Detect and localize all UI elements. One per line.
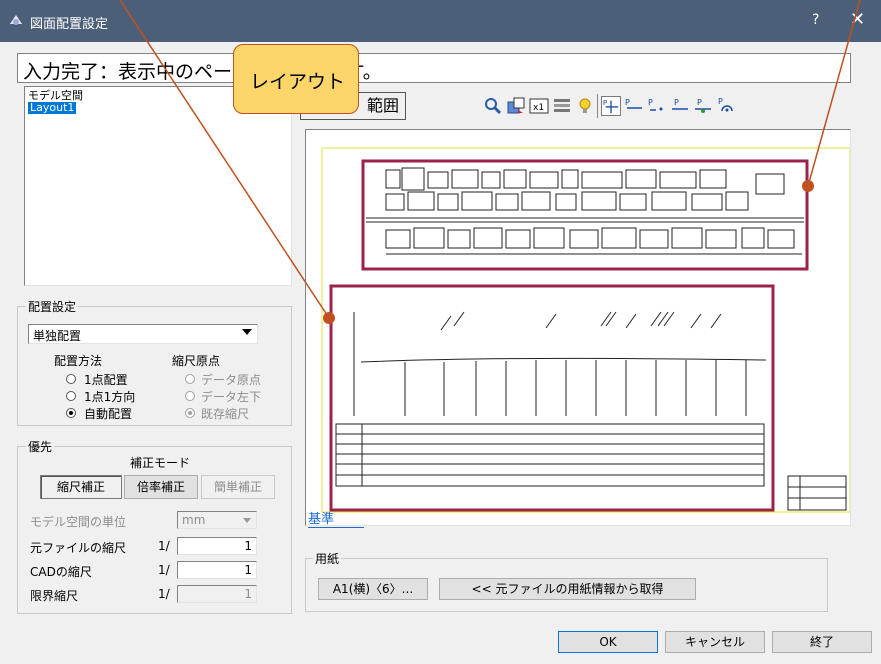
placement-mode-select[interactable]: 単独配置	[28, 324, 258, 344]
ok-button[interactable]: OK	[558, 631, 658, 653]
layout-list[interactable]: モデル空間 Layout1	[24, 86, 292, 286]
svg-text:P: P	[648, 98, 653, 107]
paper-size-button[interactable]: A1(横)〈6〉...	[318, 578, 428, 600]
unit-label: モデル空間の単位	[30, 515, 127, 529]
exit-button[interactable]: 終了	[772, 631, 872, 653]
list-item-layout1[interactable]: Layout1	[28, 102, 77, 114]
fit-window-icon[interactable]	[506, 96, 526, 116]
preview-canvas[interactable]: 基準	[305, 129, 851, 528]
placement-mode-value: 単独配置	[33, 329, 82, 343]
close-button[interactable]: ✕	[850, 9, 865, 30]
svg-text:x1: x1	[533, 103, 544, 113]
source-scale-label: 元ファイルの縮尺	[30, 541, 127, 555]
fetch-paper-info-button[interactable]: << 元ファイルの用紙情報から取得	[439, 578, 696, 600]
point-line-icon[interactable]: P	[670, 96, 690, 116]
limit-scale-prefix: 1/	[158, 587, 170, 601]
placement-group-label: 配置設定	[26, 298, 79, 315]
cad-scale-label: CADの縮尺	[30, 565, 92, 579]
chevron-down-icon	[242, 329, 252, 335]
scale-correction-button[interactable]: 縮尺補正	[40, 475, 122, 499]
callout-label: レイアウト	[250, 71, 346, 93]
range-button-label: 範囲	[366, 96, 399, 115]
method-radio-1[interactable]	[66, 374, 76, 384]
cad-scale-input[interactable]: 1	[177, 561, 257, 579]
origin-radio-3[interactable]	[185, 408, 195, 418]
layer-icon[interactable]	[552, 96, 572, 116]
point-snap-icon[interactable]: P	[693, 96, 713, 116]
svg-text:P: P	[718, 97, 723, 106]
priority-group-label: 優先	[26, 438, 55, 455]
svg-text:P: P	[603, 98, 608, 107]
limit-scale-label: 限界縮尺	[30, 589, 79, 603]
origin-label-2[interactable]: データ左下	[201, 388, 261, 405]
cad-scale-prefix: 1/	[158, 563, 170, 577]
cancel-button[interactable]: キャンセル	[665, 631, 765, 653]
origin-label: 縮尺原点	[172, 354, 221, 368]
source-scale-prefix: 1/	[158, 539, 170, 553]
method-label-2[interactable]: 1点1方向	[84, 388, 135, 405]
ratio-correction-button[interactable]: 倍率補正	[124, 475, 198, 499]
window-title: 図面配置設定	[30, 17, 109, 32]
unit-value: mm	[182, 513, 206, 527]
svg-text:P: P	[625, 98, 630, 107]
method-radio-3[interactable]	[66, 408, 76, 418]
source-scale-input[interactable]: 1	[177, 537, 257, 555]
method-label: 配置方法	[54, 354, 103, 368]
origin-radio-1[interactable]	[185, 374, 195, 384]
zoom-icon[interactable]	[483, 96, 503, 116]
toolbar-separator	[597, 94, 598, 118]
origin-radio-2[interactable]	[185, 391, 195, 401]
chevron-down-icon	[243, 518, 251, 523]
layout-callout: レイアウト	[233, 44, 359, 114]
title-bar: 図面配置設定 ? ✕	[0, 0, 881, 42]
svg-text:P: P	[674, 98, 679, 107]
origin-label-1[interactable]: データ原点	[201, 371, 261, 388]
point-dot-icon[interactable]: P	[647, 96, 667, 116]
app-icon	[10, 15, 22, 25]
point-cross-icon[interactable]: P	[601, 96, 621, 116]
svg-text:P: P	[697, 98, 702, 107]
drawing-preview	[321, 147, 850, 513]
map-frame	[361, 159, 809, 271]
unit-select[interactable]: mm	[177, 511, 257, 529]
point-rotate-icon[interactable]: P	[716, 96, 736, 116]
status-text-box: 入力完了：表示中のページを配置します。	[17, 53, 851, 83]
method-label-3[interactable]: 自動配置	[84, 405, 132, 422]
method-label-1[interactable]: 1点配置	[84, 371, 128, 388]
origin-label-3[interactable]: 既存縮尺	[201, 405, 249, 422]
paper-group-label: 用紙	[313, 550, 342, 567]
simple-correction-button[interactable]: 簡単補正	[201, 475, 275, 499]
scale-x1-icon[interactable]: x1	[529, 96, 549, 116]
method-radio-2[interactable]	[66, 391, 76, 401]
help-button[interactable]: ?	[812, 12, 819, 28]
lightbulb-icon[interactable]	[575, 96, 595, 116]
limit-scale-input[interactable]: 1	[177, 585, 257, 603]
kijun-label: 基準	[308, 508, 364, 528]
correction-mode-label: 補正モード	[130, 456, 191, 470]
point-top-icon[interactable]: P	[624, 96, 644, 116]
